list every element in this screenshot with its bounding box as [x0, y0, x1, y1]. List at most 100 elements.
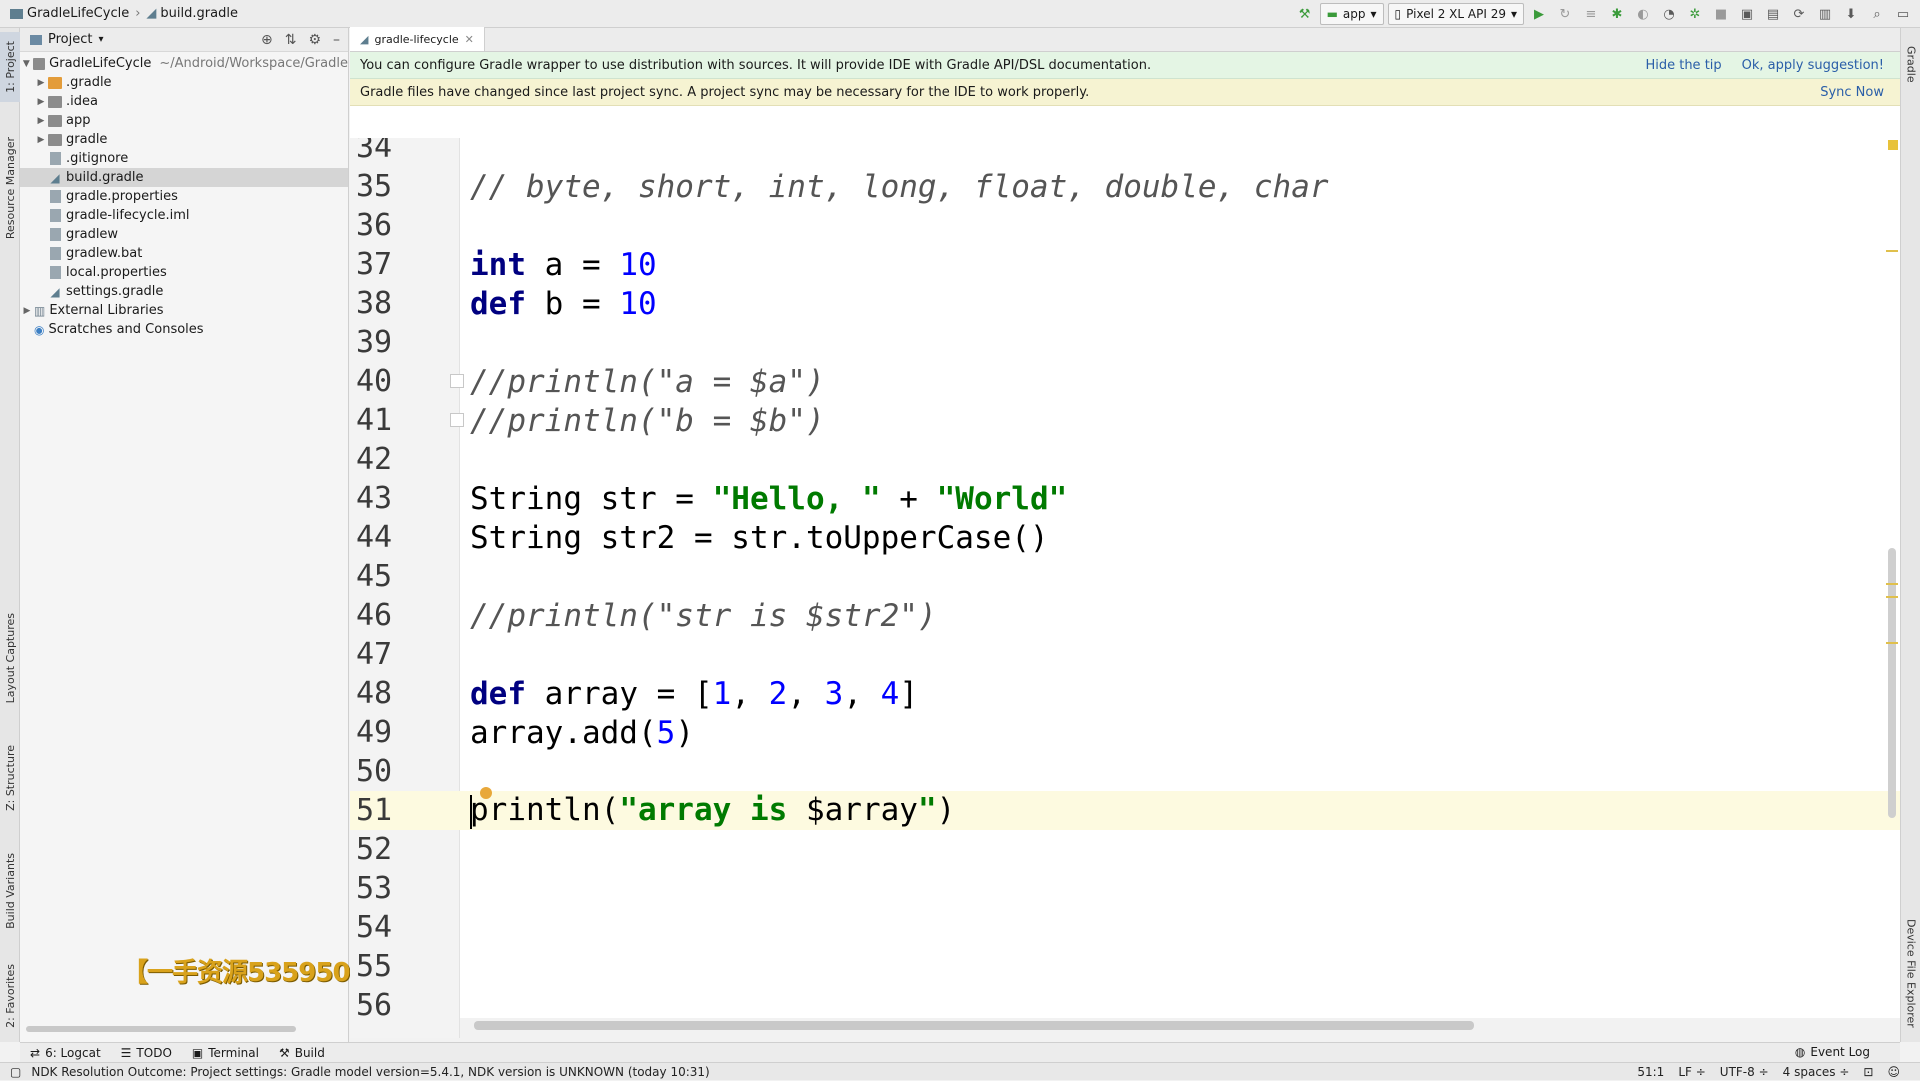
search-icon[interactable]: ⌕	[1866, 3, 1888, 25]
caret-position[interactable]: 51:1	[1637, 1065, 1664, 1079]
minimize-icon[interactable]: –	[333, 32, 340, 48]
lightbulb-icon[interactable]	[480, 787, 492, 799]
run-icon[interactable]: ▶	[1528, 3, 1550, 25]
tree-item-dot-gradle[interactable]: ▶ .gradle	[20, 73, 348, 92]
lock-icon[interactable]: ⊡	[1863, 1065, 1873, 1079]
apply-changes-icon[interactable]: ↻	[1554, 3, 1576, 25]
build-tool-button[interactable]: ⚒ Build	[279, 1046, 325, 1060]
todo-tool-button[interactable]: ☰ TODO	[121, 1046, 172, 1060]
editor-vertical-scrollbar[interactable]	[1888, 548, 1896, 818]
editor-tab[interactable]: ◢ gradle-lifecycle ✕	[350, 27, 485, 51]
profile-icon[interactable]: ◔	[1658, 3, 1680, 25]
stop-icon[interactable]: ■	[1710, 3, 1732, 25]
error-stripe-marker[interactable]	[1886, 596, 1898, 598]
fold-marker-icon[interactable]	[450, 374, 464, 388]
device-select[interactable]: ▯ Pixel 2 XL API 29 ▾	[1387, 3, 1524, 25]
collapsed-arrow-icon[interactable]: ▶	[34, 97, 48, 107]
tool-tab-device-file-explorer-label: Device File Explorer	[1904, 918, 1918, 1028]
code-string: "array is	[619, 792, 806, 829]
event-log-tool-button[interactable]: ◍ Event Log	[1795, 1045, 1870, 1059]
code-line: 34	[350, 138, 1900, 167]
collapsed-arrow-icon[interactable]: ▶	[34, 116, 48, 126]
tool-tab-gradle[interactable]: Gradle	[1901, 34, 1920, 94]
tool-tab-favorites[interactable]: 2: Favorites	[0, 953, 20, 1038]
avd-manager-icon[interactable]: ▥	[1814, 3, 1836, 25]
tool-tab-build-variants[interactable]: Build Variants	[0, 833, 20, 948]
tool-tab-build-variants-label: Build Variants	[3, 852, 17, 929]
breadcrumb-project[interactable]: GradleLifeCycle	[10, 6, 129, 21]
code-line: 36	[350, 206, 1900, 245]
error-stripe-marker[interactable]	[1886, 250, 1898, 252]
error-stripe-marker[interactable]	[1886, 642, 1898, 644]
folder-icon	[10, 8, 23, 19]
tool-tab-structure[interactable]: Z: Structure	[0, 728, 20, 828]
tree-item-scratches[interactable]: ◉ Scratches and Consoles	[20, 320, 348, 339]
project-panel-scrollbar[interactable]	[26, 1026, 296, 1032]
file-encoding[interactable]: UTF-8 ÷	[1720, 1065, 1769, 1079]
tool-tab-layout-captures[interactable]: Layout Captures	[0, 598, 20, 718]
tree-item-gradlew[interactable]: gradlew	[20, 225, 348, 244]
tree-item-settings-gradle[interactable]: ◢ settings.gradle	[20, 282, 348, 301]
sync-now-link[interactable]: Sync Now	[1820, 85, 1884, 100]
code-number: 10	[619, 246, 657, 283]
tree-item-label: settings.gradle	[66, 284, 164, 299]
tree-item-external-libraries[interactable]: ▶ ▥ External Libraries	[20, 301, 348, 320]
tree-item-local-properties[interactable]: local.properties	[20, 263, 348, 282]
sdk-manager-icon[interactable]: ⬇	[1840, 3, 1862, 25]
tree-item-build-gradle[interactable]: ◢ build.gradle	[20, 168, 348, 187]
hide-tip-link[interactable]: Hide the tip	[1645, 58, 1721, 73]
apply-code-changes-icon[interactable]: ≡	[1580, 3, 1602, 25]
status-toggle-icon[interactable]: ▢	[10, 1065, 21, 1079]
tool-tab-project[interactable]: 1: Project	[0, 32, 20, 102]
code-token: array = [	[526, 675, 713, 712]
line-separator[interactable]: LF ÷	[1678, 1065, 1705, 1079]
code-number: 5	[656, 714, 676, 751]
window-icon[interactable]: ▭	[1892, 3, 1914, 25]
sync-gradle-icon[interactable]: ⟳	[1788, 3, 1810, 25]
tree-item-idea[interactable]: ▶ .idea	[20, 92, 348, 111]
error-stripe-marker[interactable]	[1886, 583, 1898, 585]
project-structure-icon[interactable]: ▣	[1736, 3, 1758, 25]
collapsed-arrow-icon[interactable]: ▶	[20, 306, 34, 316]
attach-debugger-icon[interactable]: ✲	[1684, 3, 1706, 25]
coverage-icon[interactable]: ◐	[1632, 3, 1654, 25]
tree-item-label: gradle	[66, 132, 108, 147]
tree-item-iml[interactable]: gradle-lifecycle.iml	[20, 206, 348, 225]
expanded-arrow-icon[interactable]: ▼	[20, 59, 33, 69]
editor-horizontal-scrollbar[interactable]	[474, 1021, 1474, 1030]
code-area[interactable]: 34 35// byte, short, int, long, float, d…	[350, 138, 1900, 1038]
run-config-select[interactable]: ▬ app ▾	[1319, 3, 1384, 25]
code-number: 3	[824, 675, 844, 712]
project-view-select[interactable]: Project	[48, 32, 92, 47]
tool-tab-device-file-explorer[interactable]: Device File Explorer	[1901, 908, 1920, 1038]
tree-item-label: app	[66, 113, 91, 128]
debug-icon[interactable]: ✱	[1606, 3, 1628, 25]
tree-item-gradlew-bat[interactable]: gradlew.bat	[20, 244, 348, 263]
terminal-tool-button[interactable]: ▣ Terminal	[192, 1046, 259, 1060]
tree-item-app[interactable]: ▶ app	[20, 111, 348, 130]
hector-icon[interactable]: ☺	[1887, 1065, 1900, 1079]
indent-setting[interactable]: 4 spaces ÷	[1783, 1065, 1850, 1079]
breadcrumb-file[interactable]: ◢ build.gradle	[146, 6, 238, 21]
tree-item-gitignore[interactable]: .gitignore	[20, 149, 348, 168]
line-number: 47	[356, 637, 393, 672]
tool-tab-resource-manager[interactable]: Resource Manager	[0, 128, 20, 248]
gear-icon[interactable]: ⚙	[308, 32, 321, 48]
tree-item-gradle[interactable]: ▶ gradle	[20, 130, 348, 149]
code-text: String str2 = str.toUpperCase()	[470, 519, 1049, 556]
collapse-icon[interactable]: ⇅	[285, 32, 297, 48]
inspection-status-icon[interactable]	[1888, 140, 1898, 150]
logcat-tool-button[interactable]: ⇄ 6: Logcat	[30, 1046, 101, 1060]
locate-icon[interactable]: ⊕	[261, 32, 273, 48]
make-project-icon[interactable]: ⚒	[1294, 3, 1316, 25]
tree-item-gradle-properties[interactable]: gradle.properties	[20, 187, 348, 206]
navigation-bar: GradleLifeCycle › ◢ build.gradle ⚒ ▬ app…	[0, 0, 1920, 28]
collapsed-arrow-icon[interactable]: ▶	[34, 135, 48, 145]
collapsed-arrow-icon[interactable]: ▶	[34, 78, 48, 88]
close-icon[interactable]: ✕	[465, 33, 474, 46]
tree-item-root[interactable]: ▼ GradleLifeCycle ~/Android/Workspace/Gr…	[20, 54, 348, 73]
fold-marker-icon[interactable]	[450, 413, 464, 427]
layout-inspector-icon[interactable]: ▤	[1762, 3, 1784, 25]
apply-suggestion-link[interactable]: Ok, apply suggestion!	[1742, 58, 1884, 73]
tool-tab-project-label: 1: Project	[3, 41, 17, 93]
